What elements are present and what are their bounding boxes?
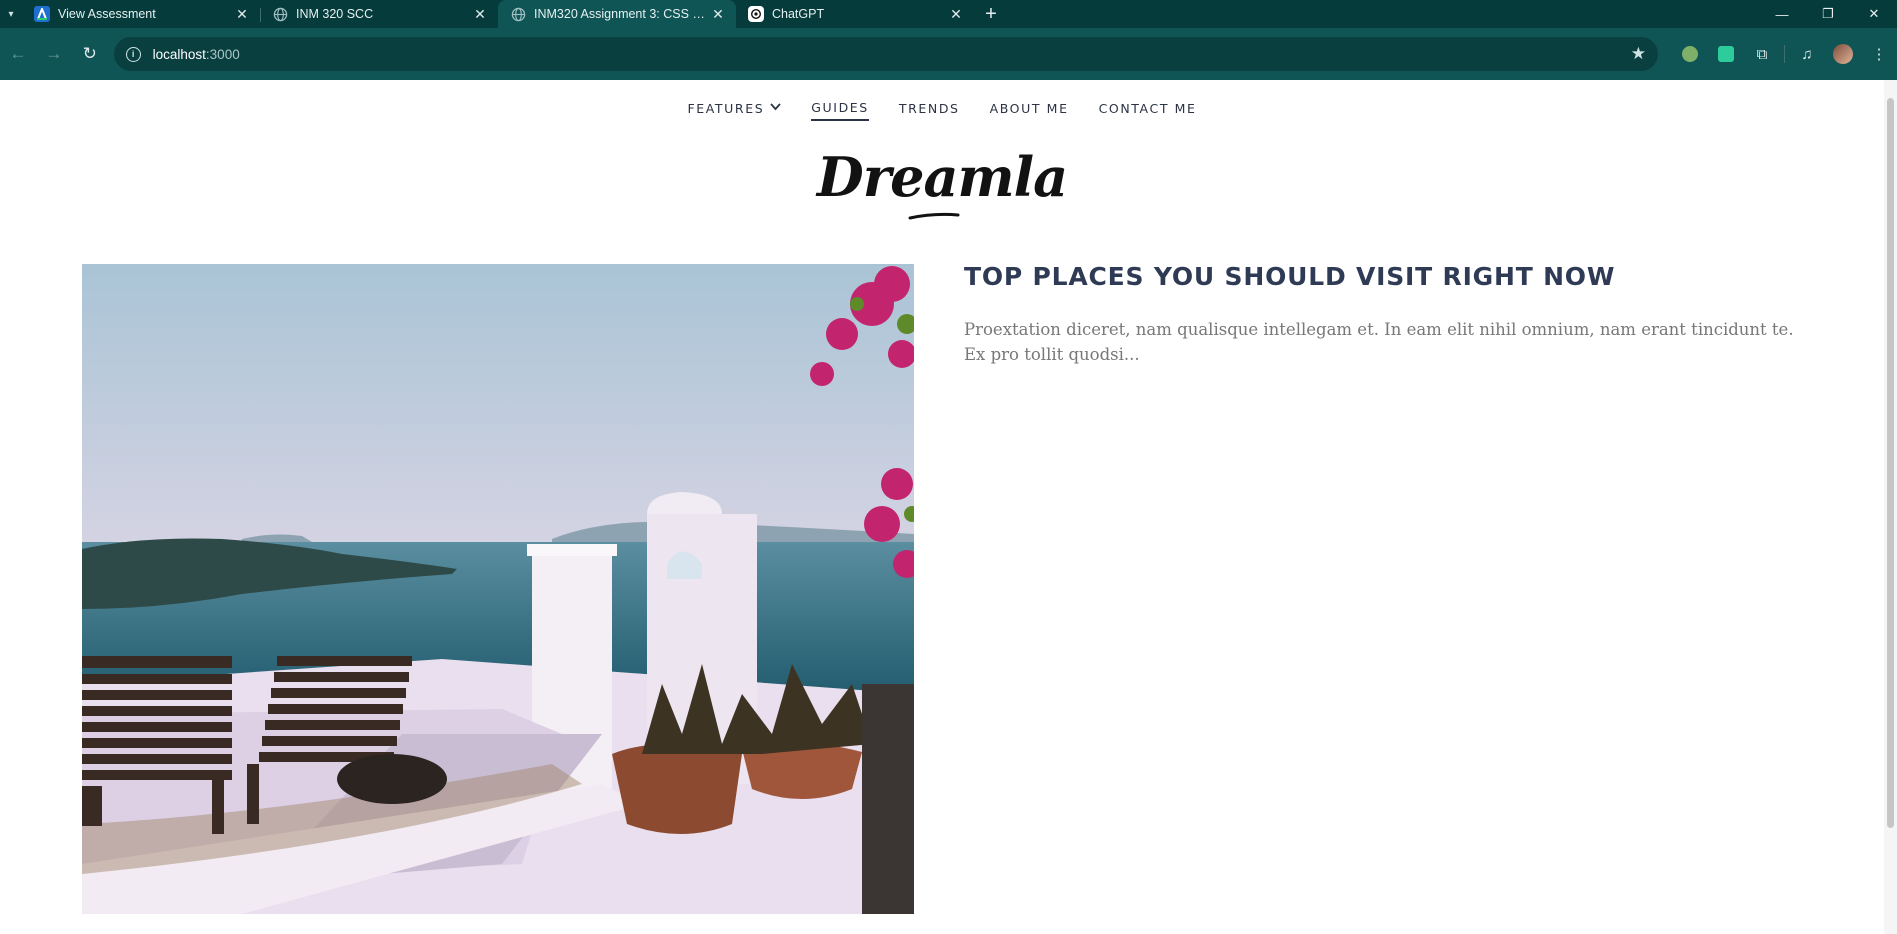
tab-title: INM 320 SCC [296,7,374,21]
reload-icon[interactable]: ↻ [72,38,108,70]
tab-close-icon[interactable]: ✕ [710,6,726,23]
window-controls: — ❐ ✕ [1759,0,1897,28]
browser-tab-inm-320-scc[interactable]: INM 320 SCC ✕ [260,0,498,28]
profile-avatar[interactable] [1825,38,1861,70]
chevron-down-icon [770,103,781,114]
tab-search-chevron-icon[interactable]: ▾ [0,0,22,28]
tab-close-icon[interactable]: ✕ [234,6,250,23]
browser-tab-view-assessment[interactable]: View Assessment ✕ [22,0,261,28]
tab-title: ChatGPT [772,7,825,21]
browser-menu-icon[interactable]: ⋮ [1861,38,1897,70]
address-url[interactable]: localhost:3000 [153,47,1631,62]
new-tab-plus-icon[interactable]: + [974,0,1008,28]
address-bar[interactable]: i localhost:3000 ★ [113,37,1659,71]
scrollbar-thumb[interactable] [1887,98,1894,828]
media-queue-icon[interactable]: ♫ [1789,38,1825,70]
extensions-puzzle-icon[interactable]: ⧉ [1744,38,1780,70]
web-page: FEATURES GUIDES TRENDS ABOUT ME CONTACT … [0,80,1897,934]
extensions-area: ⧉ ♫ ⋮ [1672,38,1897,70]
nav-item-trends[interactable]: TRENDS [899,100,960,121]
globe-icon [272,6,288,22]
nav-item-label: ABOUT ME [989,101,1069,116]
post-hero-image[interactable] [82,264,914,914]
nav-item-label: CONTACT ME [1098,101,1197,116]
page-scrollbar[interactable] [1884,80,1897,934]
nav-item-guides[interactable]: GUIDES [811,100,869,121]
url-host: localhost [152,46,206,62]
tab-title: View Assessment [58,7,156,21]
nav-item-about-me[interactable]: ABOUT ME [990,100,1069,121]
extension-robot-icon[interactable] [1672,38,1708,70]
post-excerpt: Proextation diceret, nam qualisque intel… [964,320,1794,364]
url-port: :3000 [205,46,240,62]
chatgpt-icon [748,6,764,22]
forward-arrow-icon[interactable]: → [36,38,72,70]
browser-tab-inm320-assignment[interactable]: INM320 Assignment 3: CSS Pre ✕ [498,0,736,28]
nav-item-label: TRENDS [898,101,960,116]
minimize-icon[interactable]: — [1759,0,1805,28]
site-info-icon[interactable]: i [125,46,141,62]
browser-toolbar: ← → ↻ i localhost:3000 ★ ⧉ ♫ ⋮ [0,28,1897,80]
site-navigation: FEATURES GUIDES TRENDS ABOUT ME CONTACT … [0,100,1884,121]
tab-title: INM320 Assignment 3: CSS Pre [534,7,710,21]
logo-swash [908,212,960,220]
app-logo-icon [34,6,50,22]
tab-close-icon[interactable]: ✕ [472,6,488,23]
nav-item-label: GUIDES [811,100,869,115]
extension-leaf-icon[interactable] [1708,38,1744,70]
browser-tab-strip: ▾ View Assessment ✕ INM 320 SCC ✕ INM320… [0,0,1897,28]
site-logo[interactable]: Dreamla [0,145,1884,209]
post-title[interactable]: TOP PLACES YOU SHOULD VISIT RIGHT NOW [964,262,1844,291]
restore-icon[interactable]: ❐ [1805,0,1851,28]
close-window-icon[interactable]: ✕ [1851,0,1897,28]
tab-close-icon[interactable]: ✕ [948,6,964,23]
nav-item-contact-me[interactable]: CONTACT ME [1099,100,1197,121]
globe-icon [510,6,526,22]
back-arrow-icon[interactable]: ← [0,38,36,70]
browser-tab-chatgpt[interactable]: ChatGPT ✕ [736,0,974,28]
nav-item-features[interactable]: FEATURES [687,100,781,121]
nav-item-label: FEATURES [687,101,765,116]
bookmark-star-icon[interactable]: ★ [1631,44,1646,64]
